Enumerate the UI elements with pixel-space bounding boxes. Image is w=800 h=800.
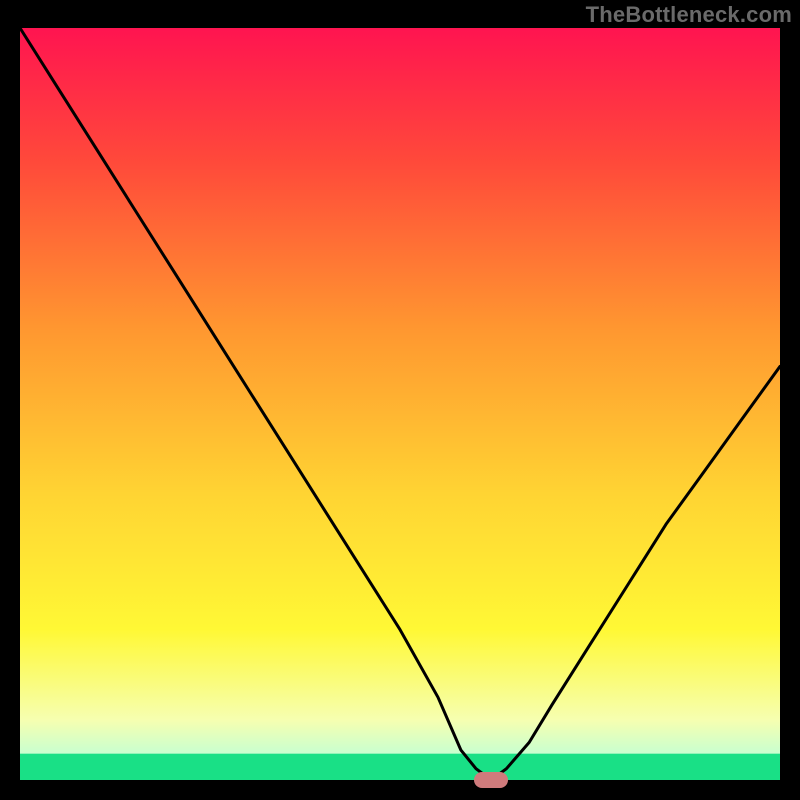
gradient-background bbox=[20, 28, 780, 780]
optimal-marker bbox=[474, 772, 508, 788]
watermark-text: TheBottleneck.com bbox=[586, 2, 792, 28]
chart-svg bbox=[20, 28, 780, 780]
chart-container: TheBottleneck.com bbox=[0, 0, 800, 800]
plot-area bbox=[20, 28, 780, 780]
green-band bbox=[20, 754, 780, 780]
